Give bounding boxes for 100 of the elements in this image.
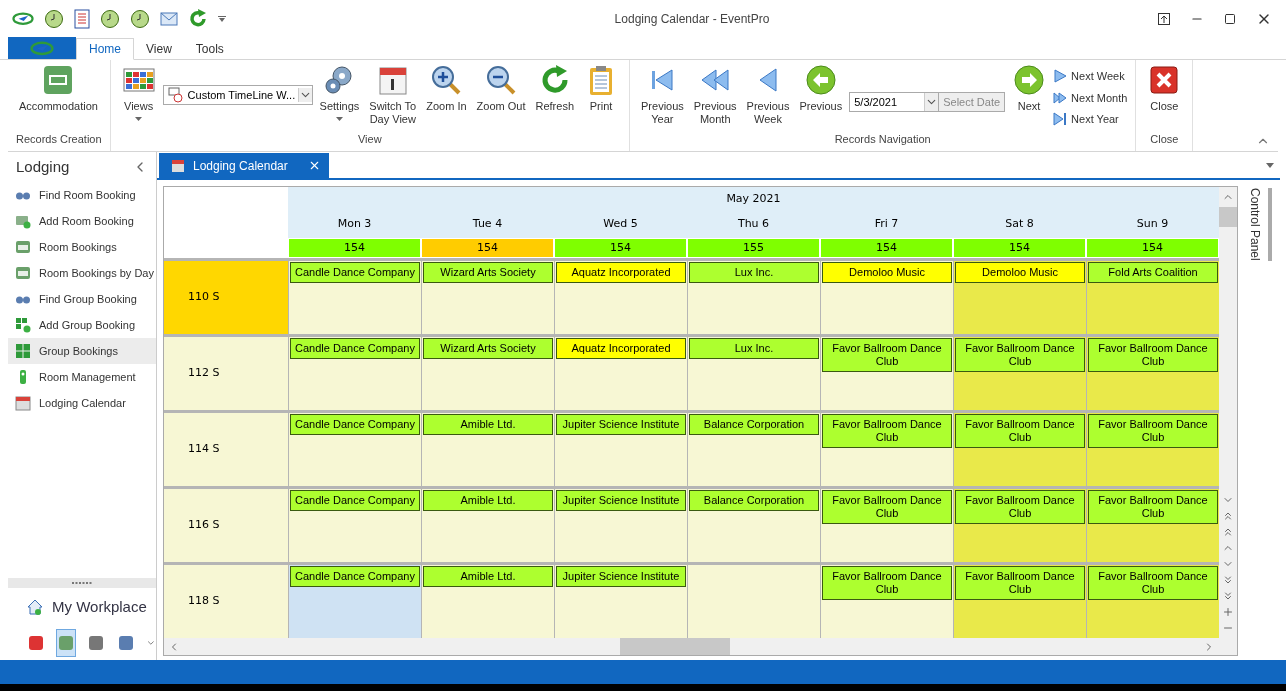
ribbon-display-icon[interactable] bbox=[1158, 13, 1170, 25]
calendar-cell[interactable]: Favor Ballroom Dance Club bbox=[953, 337, 1086, 410]
room-header[interactable]: 118 S bbox=[164, 565, 288, 638]
sidebar-item[interactable]: Add Room Booking bbox=[8, 208, 156, 234]
calendar-cell[interactable]: Favor Ballroom Dance Club bbox=[1086, 565, 1219, 638]
booking-bar[interactable]: Favor Ballroom Dance Club bbox=[1088, 338, 1218, 372]
calendar-cell[interactable]: Lux Inc. bbox=[687, 337, 820, 410]
booking-bar[interactable]: Candle Dance Company bbox=[290, 414, 420, 435]
first-row-icon[interactable] bbox=[1222, 510, 1234, 522]
sidebar-item[interactable]: Lodging Calendar bbox=[8, 390, 156, 416]
calendar-cell[interactable]: Jupiter Science Institute bbox=[554, 565, 687, 638]
booking-bar[interactable]: Aquatz Incorporated bbox=[556, 338, 686, 359]
last-row-icon[interactable] bbox=[1222, 590, 1234, 602]
calendar-cell[interactable]: Favor Ballroom Dance Club bbox=[820, 413, 953, 486]
sidebar-item[interactable]: Room Bookings by Day bbox=[8, 260, 156, 286]
ribbon-button[interactable]: Zoom In bbox=[423, 64, 470, 113]
mail-icon[interactable] bbox=[160, 12, 178, 26]
calendar-cell[interactable]: Demoloo Music bbox=[820, 261, 953, 334]
room-header[interactable]: 112 S bbox=[164, 337, 288, 410]
calendar-cell[interactable]: Wizard Arts Society bbox=[421, 261, 554, 334]
calendar-cell[interactable]: Amible Ltd. bbox=[421, 489, 554, 562]
document-icon[interactable] bbox=[74, 9, 90, 29]
booking-bar[interactable]: Balance Corporation bbox=[689, 414, 819, 435]
calendar-cell[interactable]: Amible Ltd. bbox=[421, 413, 554, 486]
calendar-cell[interactable]: Favor Ballroom Dance Club bbox=[953, 413, 1086, 486]
calendar-cell[interactable]: Candle Dance Company bbox=[288, 413, 421, 486]
calendar-cell[interactable]: Candle Dance Company bbox=[288, 565, 421, 638]
refresh-icon[interactable] bbox=[188, 9, 208, 29]
splitter-handle[interactable] bbox=[8, 578, 156, 588]
calendar-cell[interactable]: Candle Dance Company bbox=[288, 337, 421, 410]
scroll-thumb[interactable] bbox=[620, 638, 730, 655]
calendar-cell[interactable]: Favor Ballroom Dance Club bbox=[820, 337, 953, 410]
booking-bar[interactable]: Candle Dance Company bbox=[290, 338, 420, 359]
calendar-cell[interactable]: Amible Ltd. bbox=[421, 565, 554, 638]
booking-bar[interactable]: Favor Ballroom Dance Club bbox=[1088, 490, 1218, 524]
ribbon-button[interactable]: Close bbox=[1144, 64, 1185, 113]
calendar-cell[interactable]: Fold Arts Coalition bbox=[1086, 261, 1219, 334]
sidebar-item[interactable]: Find Room Booking bbox=[8, 182, 156, 208]
calendar-cell[interactable]: Lux Inc. bbox=[687, 261, 820, 334]
sidebar-item[interactable]: Room Bookings bbox=[8, 234, 156, 260]
calendar-cell[interactable]: Favor Ballroom Dance Club bbox=[1086, 489, 1219, 562]
booking-bar[interactable]: Favor Ballroom Dance Club bbox=[955, 566, 1085, 600]
maximize-icon[interactable] bbox=[1224, 13, 1236, 25]
room-header[interactable]: 116 S bbox=[164, 489, 288, 562]
sidebar-item[interactable]: Find Group Booking bbox=[8, 286, 156, 312]
booking-bar[interactable]: Favor Ballroom Dance Club bbox=[822, 490, 952, 524]
clock-icon[interactable] bbox=[44, 9, 64, 29]
date-field[interactable]: 5/3/2021 bbox=[849, 92, 940, 112]
booking-bar[interactable]: Favor Ballroom Dance Club bbox=[1088, 566, 1218, 600]
ribbon-button[interactable]: Previous bbox=[796, 64, 846, 113]
calendar-cell[interactable]: Favor Ballroom Dance Club bbox=[953, 489, 1086, 562]
sidebar-item[interactable]: Add Group Booking bbox=[8, 312, 156, 338]
booking-bar[interactable]: Favor Ballroom Dance Club bbox=[955, 414, 1085, 448]
booking-bar[interactable]: Aquatz Incorporated bbox=[556, 262, 686, 283]
view-dropdown[interactable]: Custom TimeLine W... bbox=[162, 85, 313, 105]
ribbon-button[interactable]: Accommodation bbox=[16, 64, 101, 113]
calendar-cell[interactable]: Favor Ballroom Dance Club bbox=[953, 565, 1086, 638]
nav-button[interactable]: Next Week bbox=[1053, 68, 1128, 85]
booking-bar[interactable]: Fold Arts Coalition bbox=[1088, 262, 1218, 283]
calendar-cell[interactable]: Favor Ballroom Dance Club bbox=[820, 489, 953, 562]
sidebar-item[interactable]: Group Bookings bbox=[8, 338, 156, 364]
booking-bar[interactable]: Demoloo Music bbox=[822, 262, 952, 283]
calendar-cell[interactable]: Candle Dance Company bbox=[288, 261, 421, 334]
room-header[interactable]: 114 S bbox=[164, 413, 288, 486]
calendar-cell[interactable]: Aquatz Incorporated bbox=[554, 261, 687, 334]
booking-bar[interactable]: Amible Ltd. bbox=[423, 566, 553, 587]
booking-bar[interactable]: Favor Ballroom Dance Club bbox=[822, 566, 952, 600]
booking-bar[interactable]: Jupiter Science Institute bbox=[556, 414, 686, 435]
ribbon-button[interactable]: Next bbox=[1009, 64, 1050, 113]
booking-bar[interactable]: Jupiter Science Institute bbox=[556, 566, 686, 587]
calendar-cell[interactable]: Jupiter Science Institute bbox=[554, 489, 687, 562]
calendar-cell[interactable]: Demoloo Music bbox=[953, 261, 1086, 334]
scroll-thumb[interactable] bbox=[1219, 207, 1237, 227]
document-tab[interactable]: Lodging Calendar bbox=[159, 153, 329, 178]
nav-button[interactable]: Next Month bbox=[1053, 89, 1128, 106]
booking-bar[interactable]: Amible Ltd. bbox=[423, 414, 553, 435]
ribbon-button[interactable]: Previous Month bbox=[690, 64, 740, 126]
ribbon-button[interactable]: Refresh bbox=[532, 64, 577, 113]
booking-bar[interactable]: Favor Ballroom Dance Club bbox=[822, 338, 952, 372]
calendar-cell[interactable] bbox=[687, 565, 820, 638]
ribbon-button[interactable]: Settings bbox=[316, 64, 363, 121]
ribbon-button[interactable]: Previous Year bbox=[638, 64, 687, 126]
calendar-cell[interactable]: Favor Ballroom Dance Club bbox=[1086, 337, 1219, 410]
ribbon-button[interactable]: Previous Week bbox=[743, 64, 793, 126]
ribbon-button[interactable]: Views bbox=[118, 64, 159, 121]
booking-bar[interactable]: Balance Corporation bbox=[689, 490, 819, 511]
ribbon-tab[interactable]: Home bbox=[76, 38, 134, 60]
ribbon-button[interactable]: Switch To Day View bbox=[366, 64, 420, 126]
calendar-cell[interactable]: Balance Corporation bbox=[687, 413, 820, 486]
nav-button[interactable]: Next Year bbox=[1053, 111, 1128, 128]
calendar-cell[interactable]: Favor Ballroom Dance Club bbox=[1086, 413, 1219, 486]
booking-bar[interactable]: Favor Ballroom Dance Club bbox=[822, 414, 952, 448]
ribbon-button[interactable]: Print bbox=[581, 64, 621, 113]
booking-bar[interactable]: Candle Dance Company bbox=[290, 490, 420, 511]
customize-caret-icon[interactable] bbox=[218, 16, 226, 22]
sidebar-item[interactable]: Room Management bbox=[8, 364, 156, 390]
calendar-cell[interactable]: Wizard Arts Society bbox=[421, 337, 554, 410]
calendar-cell[interactable]: Candle Dance Company bbox=[288, 489, 421, 562]
tab-menu-caret-icon[interactable] bbox=[1266, 163, 1274, 168]
booking-bar[interactable]: Lux Inc. bbox=[689, 338, 819, 359]
